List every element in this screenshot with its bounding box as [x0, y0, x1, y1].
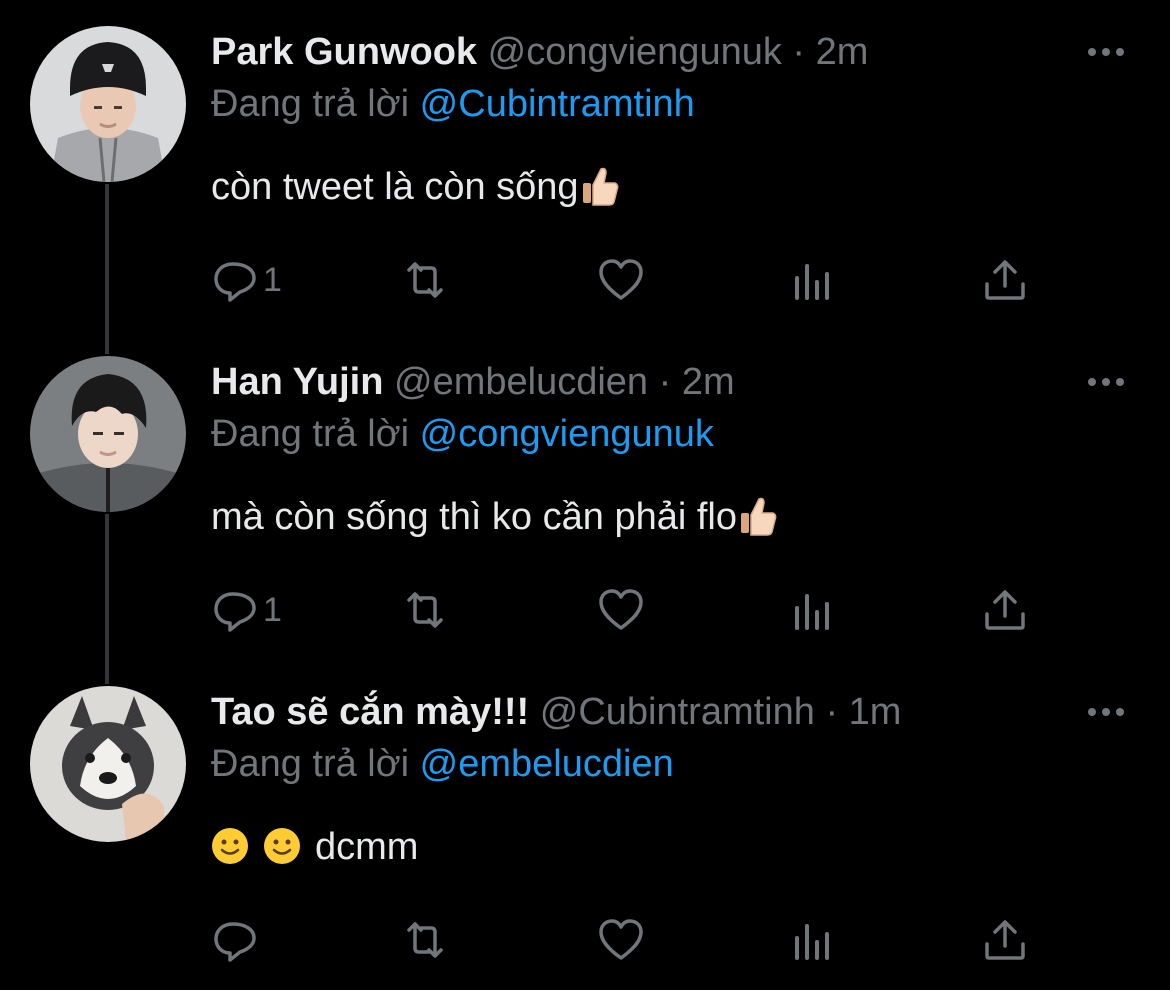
analytics-icon [795, 264, 829, 300]
reply-icon [214, 922, 256, 962]
share-button[interactable] [981, 252, 1029, 308]
replying-label: Đang trả lời [211, 83, 410, 125]
tweet-actions: 1 [211, 582, 1041, 638]
more-options-icon[interactable] [1086, 372, 1126, 392]
share-button[interactable] [981, 912, 1029, 968]
retweet-icon [407, 922, 443, 958]
timestamp[interactable]: 2m [682, 361, 735, 403]
thumbs-up-icon [579, 163, 621, 207]
tweet-actions [211, 912, 1041, 968]
share-icon [985, 590, 1025, 630]
heart-icon [599, 589, 643, 630]
separator-dot: · [825, 691, 839, 733]
reply-target-link[interactable]: @Cubintramtinh [420, 83, 695, 125]
tweet-text: dcmm [211, 821, 418, 873]
replying-label: Đang trả lời [211, 413, 410, 455]
analytics-icon [795, 594, 829, 630]
share-icon [985, 920, 1025, 960]
tweet-text-content: mà còn sống thì ko cần phải flo [211, 496, 737, 538]
tweet-text-content: còn tweet là còn sống [211, 166, 579, 208]
reply-button[interactable] [211, 912, 259, 968]
like-button[interactable] [597, 912, 645, 968]
replying-to: Đang trả lời @congviengunuk [211, 408, 714, 460]
timestamp[interactable]: 2m [816, 31, 869, 73]
timestamp[interactable]: 1m [849, 691, 902, 733]
tweet[interactable]: Tao sẽ cắn mày!!! @Cubintramtinh · 1m Đa… [0, 660, 1170, 990]
avatar[interactable] [30, 356, 186, 512]
reply-icon [214, 262, 256, 302]
views-button[interactable] [787, 912, 835, 968]
replying-label: Đang trả lời [211, 743, 410, 785]
retweet-icon [407, 592, 443, 628]
reply-button[interactable]: 1 [211, 252, 282, 308]
thumbs-up-icon [737, 493, 779, 537]
analytics-icon [795, 924, 829, 960]
tweet-actions: 1 [211, 252, 1041, 308]
tweet-text: mà còn sống thì ko cần phải flo [211, 491, 779, 543]
slightly-smiling-face-icon [263, 827, 301, 865]
tweet-header: Han Yujin @embelucdien · 2m [211, 356, 735, 408]
tweet-header: Tao sẽ cắn mày!!! @Cubintramtinh · 1m [211, 686, 901, 738]
separator-dot: · [658, 361, 672, 403]
slightly-smiling-face-icon [211, 827, 249, 865]
heart-icon [599, 919, 643, 960]
tweet-text-content: dcmm [315, 826, 419, 868]
user-handle[interactable]: @Cubintramtinh [540, 691, 815, 733]
reply-target-link[interactable]: @congviengunuk [420, 413, 714, 455]
user-handle[interactable]: @embelucdien [394, 361, 648, 403]
reply-target-link[interactable]: @embelucdien [420, 743, 674, 785]
separator-dot: · [792, 31, 806, 73]
display-name[interactable]: Han Yujin [211, 361, 383, 403]
tweet-text: còn tweet là còn sống [211, 161, 621, 213]
avatar[interactable] [30, 686, 186, 842]
share-icon [985, 260, 1025, 300]
tweet[interactable]: Han Yujin @embelucdien · 2m Đang trả lời… [0, 330, 1170, 660]
views-button[interactable] [787, 252, 835, 308]
avatar[interactable] [30, 26, 186, 182]
more-options-icon[interactable] [1086, 42, 1126, 62]
more-options-icon[interactable] [1086, 702, 1126, 722]
display-name[interactable]: Park Gunwook [211, 31, 477, 73]
reply-button[interactable]: 1 [211, 582, 282, 638]
reply-icon [214, 592, 256, 632]
tweet[interactable]: Park Gunwook @congviengunuk · 2m Đang tr… [0, 0, 1170, 330]
heart-icon [599, 259, 643, 300]
share-button[interactable] [981, 582, 1029, 638]
replying-to: Đang trả lời @embelucdien [211, 738, 674, 790]
like-button[interactable] [597, 582, 645, 638]
retweet-button[interactable] [401, 582, 449, 638]
views-button[interactable] [787, 582, 835, 638]
retweet-button[interactable] [401, 912, 449, 968]
like-button[interactable] [597, 252, 645, 308]
reply-count: 1 [263, 260, 282, 299]
reply-count: 1 [263, 590, 282, 629]
retweet-icon [407, 262, 443, 298]
replying-to: Đang trả lời @Cubintramtinh [211, 78, 695, 130]
display-name[interactable]: Tao sẽ cắn mày!!! [211, 691, 529, 733]
tweet-header: Park Gunwook @congviengunuk · 2m [211, 26, 868, 78]
retweet-button[interactable] [401, 252, 449, 308]
user-handle[interactable]: @congviengunuk [488, 31, 782, 73]
